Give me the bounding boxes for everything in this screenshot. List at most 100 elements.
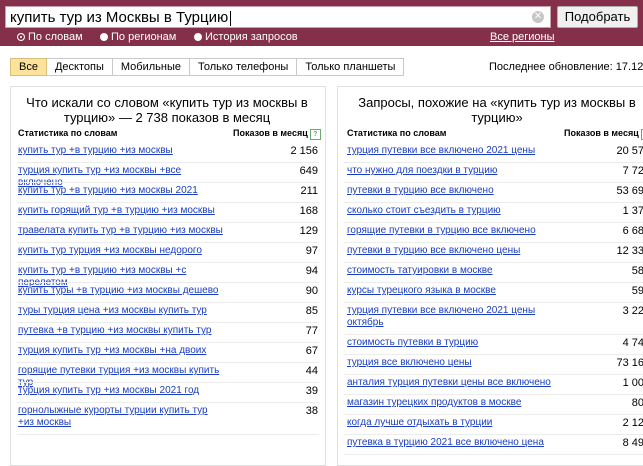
row-divider [17,434,319,435]
all-regions-link[interactable]: Все регионы [490,30,555,44]
shows-count: 39 [305,385,318,397]
query-link[interactable]: турция путевки все включено 2021 цены ок… [347,305,557,329]
query-link[interactable]: путевка в турцию 2021 все включено цена [347,437,557,449]
query-link[interactable]: анталия турция путевки цены все включено [347,377,557,389]
row-divider [17,342,319,343]
radio-history[interactable]: История запросов [194,30,298,44]
panel-title: Что искали со словом «купить тур из моск… [26,95,308,125]
radio-selected-icon [17,33,25,41]
shows-count: 6 68 [622,225,643,237]
last-updated: Последнее обновление: 17.12.20 [489,61,643,73]
similar-queries-panel: Запросы, похожие на «купить тур из москв… [337,86,643,466]
row-divider [17,202,319,203]
device-tabs: Все Десктопы Мобильные Только телефоны Т… [10,58,405,76]
tab-phones-only[interactable]: Только телефоны [189,58,298,76]
row-divider [344,262,643,263]
column-header-count: Показов в месяц? [233,128,321,140]
shows-count: 77 [305,325,318,337]
query-link[interactable]: путевки в турцию все включено [347,185,557,197]
row-divider [344,334,643,335]
shows-count: 2 156 [290,145,318,157]
column-header-count: Показов в месяц? [564,128,643,140]
shows-count: 58 [631,265,643,277]
clear-icon[interactable]: ✕ [532,11,544,23]
shows-count: 97 [305,245,318,257]
radio-icon [194,33,202,41]
shows-count: 73 16 [616,357,643,369]
radio-by-regions[interactable]: По регионам [100,30,176,44]
row-divider [344,182,643,183]
column-header-query: Статистика по словам [18,128,118,138]
row-divider [17,182,319,183]
panel-title: Запросы, похожие на «купить тур из москв… [358,95,636,125]
tab-mobile[interactable]: Мобильные [112,58,190,76]
query-link[interactable]: турция купить тур +из москвы +на двоих [18,345,223,357]
radio-by-words[interactable]: По словам [17,30,83,44]
row-divider [344,302,643,303]
radio-icon [100,33,108,41]
search-input[interactable]: купить тур из Москвы в Турцию ✕ [5,6,551,28]
query-link[interactable]: туры турция цена +из москвы купить тур [18,305,223,317]
shows-count: 168 [299,205,318,217]
shows-count: 2 12 [622,417,643,429]
query-link[interactable]: турция путевки все включено 2021 цены [347,145,557,157]
row-divider [344,434,643,435]
row-divider [344,374,643,375]
search-query-text: купить тур из Москвы в Турцию [10,8,232,27]
shows-count: 80 [631,397,643,409]
query-link[interactable]: турция купить тур +из москвы 2021 год [18,385,223,397]
query-link[interactable]: купить горящий тур +в турцию +из москвы [18,205,223,217]
column-header-query: Статистика по словам [347,128,447,138]
query-link[interactable]: купить тур +в турцию +из москвы 2021 [18,185,223,197]
shows-count: 7 72 [622,165,643,177]
query-link[interactable]: когда лучше отдыхать в турции [347,417,557,429]
row-divider [17,402,319,403]
help-icon[interactable]: ? [309,129,321,140]
query-link[interactable]: горнолыжные курорты турции купить тур +и… [18,405,223,429]
row-divider [17,282,319,283]
query-link[interactable]: стоимость татуировки в москве [347,265,557,277]
query-link[interactable]: сколько стоит съездить в турцию [347,205,557,217]
row-divider [344,202,643,203]
query-link[interactable]: купить туры +в турцию +из москвы дешево [18,285,223,297]
query-link[interactable]: путевки в турцию все включено цены [347,245,557,257]
tab-desktops[interactable]: Десктопы [46,58,113,76]
query-link[interactable]: магазин турецких продуктов в москве [347,397,557,409]
query-link[interactable]: путевка +в турцию +из москвы купить тур [18,325,223,337]
query-link[interactable]: горящие путевки в турцию все включено [347,225,557,237]
row-divider [17,262,319,263]
shows-count: 211 [300,185,318,197]
shows-count: 4 74 [622,337,643,349]
row-divider [17,322,319,323]
row-divider [17,162,319,163]
tab-all[interactable]: Все [10,58,47,76]
shows-count: 12 33 [616,245,643,257]
tab-tablets-only[interactable]: Только планшеты [297,58,405,76]
shows-count: 20 57 [616,145,643,157]
shows-count: 94 [305,265,318,277]
shows-count: 8 49 [622,437,643,449]
submit-button[interactable]: Подобрать [557,6,638,28]
query-link[interactable]: купить тур +в турцию +из москвы [18,145,223,157]
shows-count: 38 [305,405,318,417]
query-link[interactable]: что нужно для поездки в турцию [347,165,557,177]
shows-count: 85 [305,305,318,317]
query-link[interactable]: стоимость путевки в турцию [347,337,557,349]
query-link[interactable]: курсы турецкого языка в москве [347,285,557,297]
query-link[interactable]: купить тур турция +из москвы недорого [18,245,223,257]
shows-count: 67 [305,345,318,357]
row-divider [344,454,643,455]
shows-count: 3 22 [622,305,643,317]
search-header: купить тур из Москвы в Турцию ✕ Подобрат… [0,0,643,46]
shows-count: 90 [305,285,318,297]
shows-count: 59 [631,285,643,297]
query-link[interactable]: травелата купить тур +в турцию +из москв… [18,225,223,237]
words-stats-panel: Что искали со словом «купить тур из моск… [10,86,326,466]
row-divider [344,222,643,223]
shows-count: 1 00 [622,377,643,389]
shows-count: 44 [305,365,318,377]
query-link[interactable]: турция все включено цены [347,357,557,369]
shows-count: 129 [299,225,318,237]
shows-count: 1 37 [622,205,643,217]
shows-count: 53 69 [616,185,643,197]
